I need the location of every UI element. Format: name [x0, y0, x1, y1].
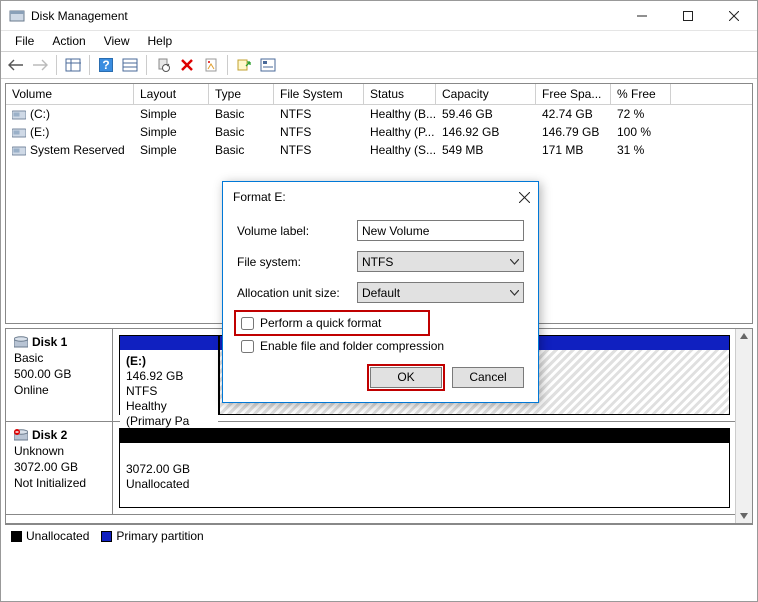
- legend-label-unallocated: Unallocated: [26, 529, 89, 543]
- disk-row-2[interactable]: Disk 2 Unknown 3072.00 GB Not Initialize…: [6, 422, 752, 515]
- cancel-button[interactable]: Cancel: [452, 367, 524, 388]
- menu-help[interactable]: Help: [140, 32, 181, 50]
- disk-size: 3072.00 GB: [14, 460, 106, 474]
- format-dialog: Format E: Volume label: File system: NTF…: [222, 181, 539, 403]
- show-hide-button[interactable]: [62, 54, 84, 76]
- partition-detail: 3072.00 GB: [126, 462, 190, 476]
- wizard-button[interactable]: [257, 54, 279, 76]
- back-button[interactable]: [5, 54, 27, 76]
- disk-offline-icon: [14, 429, 28, 441]
- volume-header: Volume Layout Type File System Status Ca…: [6, 84, 752, 105]
- properties-button[interactable]: [200, 54, 222, 76]
- quick-format-label: Perform a quick format: [260, 316, 381, 330]
- disk-icon: [14, 336, 28, 348]
- chevron-down-icon: [510, 290, 519, 296]
- filesystem-label: File system:: [237, 255, 357, 269]
- disk-state: Not Initialized: [14, 476, 106, 490]
- volume-row[interactable]: System ReservedSimpleBasicNTFSHealthy (S…: [6, 141, 752, 159]
- menu-bar: File Action View Help: [1, 31, 757, 51]
- menu-file[interactable]: File: [7, 32, 42, 50]
- disk-state: Online: [14, 383, 106, 397]
- menu-action[interactable]: Action: [44, 32, 93, 50]
- window-title: Disk Management: [31, 9, 619, 23]
- delete-button[interactable]: [176, 54, 198, 76]
- allocation-select[interactable]: Default: [357, 282, 524, 303]
- col-pctfree[interactable]: % Free: [611, 84, 671, 104]
- minimize-button[interactable]: [619, 1, 665, 31]
- help-button[interactable]: ?: [95, 54, 117, 76]
- dialog-title: Format E:: [233, 190, 286, 204]
- partition-unallocated[interactable]: 3072.00 GB Unallocated: [119, 428, 730, 508]
- action-list-button[interactable]: [233, 54, 255, 76]
- maximize-button[interactable]: [665, 1, 711, 31]
- menu-view[interactable]: View: [96, 32, 138, 50]
- col-free[interactable]: Free Spa...: [536, 84, 611, 104]
- partition-detail: 146.92 GB NTFS: [126, 369, 183, 398]
- col-status[interactable]: Status: [364, 84, 436, 104]
- legend-swatch-primary: [101, 531, 112, 542]
- drive-icon: [12, 127, 26, 138]
- app-icon: [9, 8, 25, 24]
- ok-button[interactable]: OK: [370, 367, 442, 388]
- close-button[interactable]: [711, 1, 757, 31]
- legend-swatch-unallocated: [11, 531, 22, 542]
- volume-label-label: Volume label:: [237, 224, 357, 238]
- col-filesystem[interactable]: File System: [274, 84, 364, 104]
- settings-button[interactable]: [119, 54, 141, 76]
- col-spacer: [671, 84, 752, 104]
- volume-row[interactable]: (C:)SimpleBasicNTFSHealthy (B...59.46 GB…: [6, 105, 752, 123]
- forward-button[interactable]: [29, 54, 51, 76]
- chevron-down-icon: [510, 259, 519, 265]
- disk-name: Disk 2: [32, 428, 67, 442]
- partition-e[interactable]: (E:) 146.92 GB NTFS Healthy (Primary Pa: [119, 335, 219, 415]
- col-volume[interactable]: Volume: [6, 84, 134, 104]
- scroll-down-icon[interactable]: [739, 511, 749, 521]
- col-type[interactable]: Type: [209, 84, 274, 104]
- legend-label-primary: Primary partition: [116, 529, 203, 543]
- scroll-up-icon[interactable]: [739, 331, 749, 341]
- compression-label: Enable file and folder compression: [260, 339, 444, 353]
- drive-icon: [12, 109, 26, 120]
- volume-row[interactable]: (E:)SimpleBasicNTFSHealthy (P...146.92 G…: [6, 123, 752, 141]
- disk-type: Basic: [14, 351, 106, 365]
- legend: Unallocated Primary partition: [5, 524, 753, 547]
- quick-format-checkbox[interactable]: [241, 317, 254, 330]
- filesystem-select[interactable]: NTFS: [357, 251, 524, 272]
- svg-text:?: ?: [102, 58, 109, 72]
- partition-status: Unallocated: [126, 477, 189, 491]
- disk-name: Disk 1: [32, 335, 67, 349]
- compression-checkbox[interactable]: [241, 340, 254, 353]
- volume-label-input[interactable]: [357, 220, 524, 241]
- dialog-close-button[interactable]: [519, 192, 530, 203]
- disk-type: Unknown: [14, 444, 106, 458]
- allocation-label: Allocation unit size:: [237, 286, 357, 300]
- title-bar: Disk Management: [1, 1, 757, 31]
- drive-icon: [12, 145, 26, 156]
- disk-scrollbar[interactable]: [735, 329, 752, 523]
- col-capacity[interactable]: Capacity: [436, 84, 536, 104]
- col-layout[interactable]: Layout: [134, 84, 209, 104]
- refresh-button[interactable]: [152, 54, 174, 76]
- disk-size: 500.00 GB: [14, 367, 106, 381]
- toolbar: ?: [1, 51, 757, 79]
- partition-label: (E:): [126, 354, 146, 368]
